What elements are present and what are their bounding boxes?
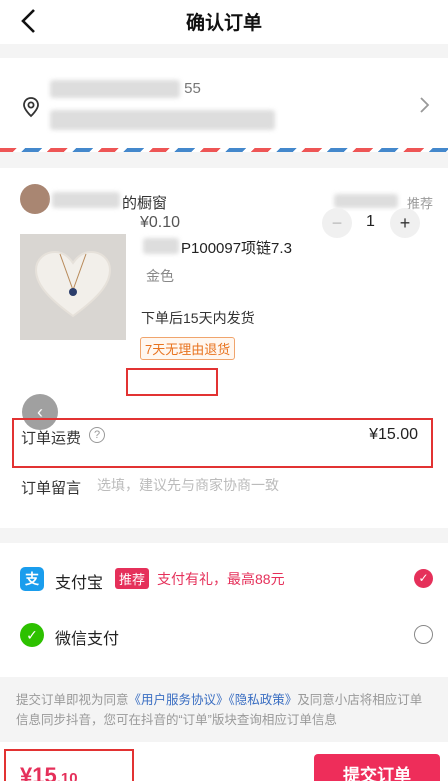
return-policy-tag: 7天无理由退货 — [140, 337, 236, 360]
shop-recommend-blur — [334, 194, 398, 208]
quantity-value: 1 — [366, 213, 375, 230]
help-icon[interactable]: ? — [89, 427, 105, 443]
product-thumbnail[interactable] — [20, 234, 126, 340]
shop-name[interactable]: 的橱窗 — [122, 192, 167, 213]
alipay-radio-checked[interactable]: ✓ — [414, 569, 433, 588]
product-price: ¥0.10 — [140, 214, 181, 231]
address-detail — [50, 110, 275, 130]
wechat-pay-icon: ✓ — [20, 623, 44, 647]
order-total: ¥15.10 — [20, 763, 78, 781]
price-highlight-box — [126, 368, 218, 396]
address-contact-blur — [50, 80, 180, 99]
page-title: 确认订单 — [185, 13, 262, 34]
user-agreement-link[interactable]: 《用户服务协议》 — [129, 693, 229, 707]
alipay-icon: 支 — [20, 567, 44, 591]
address-detail-blur — [50, 110, 275, 130]
order-note-input[interactable] — [97, 477, 417, 493]
privacy-policy-link[interactable]: 《隐私政策》 — [229, 693, 298, 707]
total-decimal: .10 — [56, 770, 78, 781]
address-contact-suffix: 55 — [184, 80, 201, 97]
product-variant: 金色 — [146, 268, 174, 284]
product-name: P100097项链7.3 — [181, 240, 292, 257]
address-contact: 55 — [50, 80, 201, 102]
payment-option-wechat[interactable]: ✓ 微信支付 — [0, 609, 448, 665]
submit-order-button[interactable]: 提交订单 — [314, 754, 440, 781]
decrease-quantity-button[interactable]: − — [322, 208, 352, 238]
chevron-right-icon — [420, 97, 430, 113]
recommend-badge: 推荐 — [115, 568, 150, 589]
payment-section: 支 支付宝 推荐 支付有礼，最高88元 ✓ ✓ 微信支付 — [0, 543, 448, 677]
order-note-label: 订单留言 — [21, 480, 82, 497]
shop-avatar[interactable] — [20, 184, 50, 214]
order-card: 的橱窗 推荐 P100097项链7.3 金色 下单后15天内发货 7天无理由退货 — [0, 168, 448, 528]
header-bar: 确认订单 — [0, 0, 448, 44]
shipping-fee-value: ¥15.00 — [369, 426, 418, 443]
product-name-blur — [143, 238, 179, 254]
legal-text-pre: 提交订单即视为同意 — [16, 693, 129, 707]
wechat-radio-unchecked[interactable] — [414, 625, 433, 644]
address-section[interactable]: 55 — [0, 58, 448, 150]
shipping-fee-label: 订单运费 — [21, 430, 82, 447]
legal-notice: 提交订单即视为同意《用户服务协议》《隐私政策》及同意小店将相应订单信息同步抖音，… — [16, 690, 432, 730]
alipay-label: 支付宝 — [55, 575, 104, 592]
wechat-pay-label: 微信支付 — [55, 631, 120, 648]
shipping-time-note: 下单后15天内发货 — [141, 310, 255, 326]
payment-option-alipay[interactable]: 支 支付宝 推荐 支付有礼，最高88元 ✓ — [0, 553, 448, 609]
shop-name-blur — [52, 192, 120, 208]
alipay-promo: 支付有礼，最高88元 — [157, 571, 285, 587]
heart-necklace-image — [34, 250, 112, 318]
location-pin-icon — [23, 97, 39, 118]
increase-quantity-button[interactable]: + — [390, 208, 420, 238]
address-divider — [0, 148, 448, 152]
total-main: ¥15 — [20, 763, 57, 781]
